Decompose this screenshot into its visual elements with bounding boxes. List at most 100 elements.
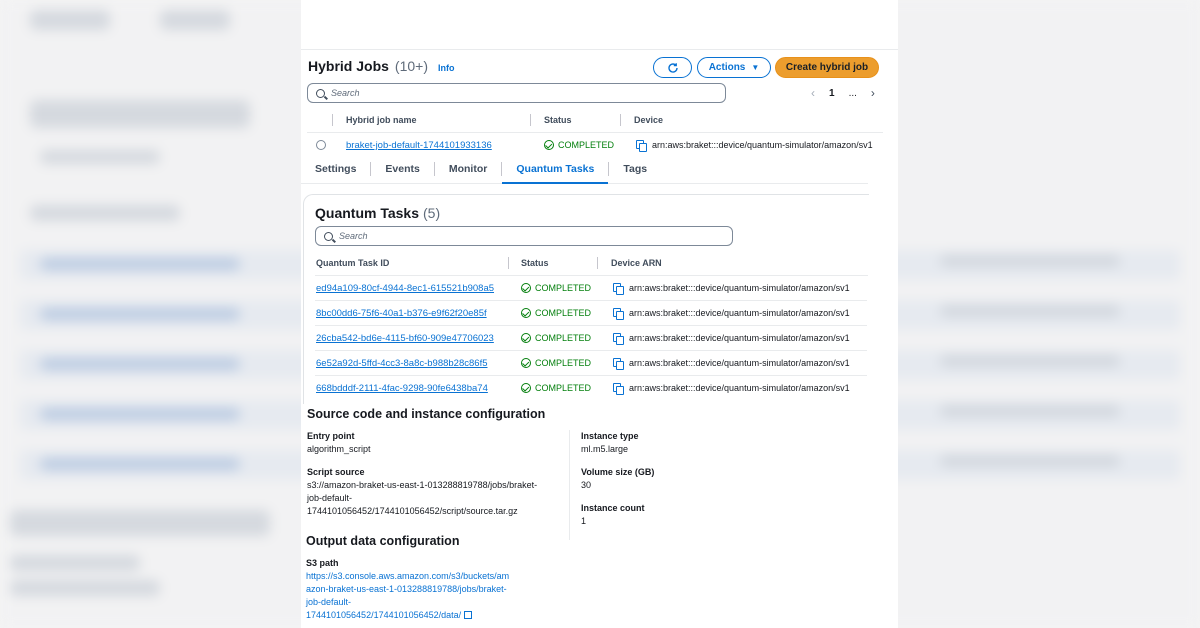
- page-number[interactable]: 1: [829, 88, 835, 99]
- task-status-label: COMPLETED: [535, 308, 592, 318]
- check-circle-icon: [521, 333, 531, 343]
- tab-tags[interactable]: Tags: [609, 155, 661, 183]
- task-device-arn: arn:aws:braket:::device/quantum-simulato…: [629, 333, 850, 343]
- task-device-arn: arn:aws:braket:::device/quantum-simulato…: [629, 358, 850, 368]
- task-status: COMPLETED: [521, 333, 591, 343]
- volume-size-value: 30: [581, 480, 592, 490]
- check-circle-icon: [521, 283, 531, 293]
- search-icon: [324, 231, 333, 241]
- copy-icon[interactable]: [613, 383, 624, 395]
- volume-size-label: Volume size (GB): [581, 467, 655, 477]
- entry-point-value: algorithm_script: [307, 444, 371, 454]
- task-device: arn:aws:braket:::device/quantum-simulato…: [613, 283, 850, 295]
- copy-icon[interactable]: [613, 358, 624, 370]
- task-status: COMPLETED: [521, 283, 591, 293]
- s3-path-line: job-default-: [306, 597, 352, 607]
- tab-settings[interactable]: Settings: [301, 155, 370, 183]
- hybrid-jobs-search-input[interactable]: Search: [307, 83, 726, 103]
- table-row: 6e52a92d-5ffd-4cc3-8a8c-b988b28c86f5 COMP…: [315, 351, 867, 376]
- task-device-arn: arn:aws:braket:::device/quantum-simulato…: [629, 308, 850, 318]
- tab-quantum-tasks[interactable]: Quantum Tasks: [502, 155, 609, 184]
- actions-button[interactable]: Actions ▼: [697, 57, 771, 78]
- s3-path-line: azon-braket-us-east-1-013288819788/jobs/…: [306, 584, 507, 594]
- table-row: ed94a109-80cf-4944-8ec1-615521b908a5 COMP…: [315, 276, 867, 301]
- top-strip: [301, 0, 898, 50]
- chevron-right-icon[interactable]: ›: [871, 86, 875, 100]
- column-header-task-id[interactable]: Quantum Task ID: [316, 258, 389, 268]
- copy-icon[interactable]: [636, 140, 647, 152]
- actions-label: Actions: [708, 62, 746, 73]
- chevron-left-icon[interactable]: ‹: [811, 86, 815, 100]
- script-source-line: s3://amazon-braket-us-east-1-01328881978…: [307, 480, 538, 490]
- s3-path-line: https://s3.console.aws.amazon.com/s3/buc…: [306, 571, 510, 581]
- instance-type-value: ml.m5.large: [581, 444, 629, 454]
- search-icon: [316, 88, 325, 98]
- check-circle-icon: [521, 358, 531, 368]
- braket-console-panel: Hybrid Jobs (10+) Info Actions ▼ Create …: [301, 0, 898, 628]
- task-device: arn:aws:braket:::device/quantum-simulato…: [613, 308, 850, 320]
- external-link-icon: [464, 611, 473, 619]
- job-device: arn:aws:braket:::device/quantum-simulato…: [636, 140, 873, 152]
- task-device: arn:aws:braket:::device/quantum-simulato…: [613, 333, 850, 345]
- instance-count-value: 1: [581, 516, 587, 526]
- task-device-arn: arn:aws:braket:::device/quantum-simulato…: [629, 283, 850, 293]
- hybrid-job-link[interactable]: braket-job-default-1744101933136: [346, 140, 492, 151]
- s3-path-label: S3 path: [306, 558, 339, 568]
- tab-events[interactable]: Events: [371, 155, 433, 183]
- job-status: COMPLETED: [544, 140, 614, 150]
- hybrid-jobs-count: (10+): [394, 58, 428, 74]
- refresh-icon: [667, 62, 678, 73]
- refresh-button[interactable]: [653, 57, 692, 78]
- job-select-radio[interactable]: [316, 140, 326, 150]
- quantum-tasks-title: Quantum Tasks: [315, 205, 419, 221]
- s3-path-link[interactable]: https://s3.console.aws.amazon.com/s3/buc…: [306, 570, 566, 622]
- quantum-tasks-search-input[interactable]: Search: [315, 226, 733, 246]
- tab-monitor[interactable]: Monitor: [435, 155, 502, 183]
- column-header-device[interactable]: Device: [634, 115, 663, 125]
- column-header-device-arn[interactable]: Device ARN: [611, 258, 662, 268]
- column-header-job-name[interactable]: Hybrid job name: [346, 115, 417, 125]
- caret-down-icon: ▼: [751, 63, 760, 72]
- job-status-label: COMPLETED: [558, 140, 615, 150]
- table-row: 668bdddf-2111-4fac-9298-90fe6438ba74 COMP…: [315, 376, 867, 401]
- instance-type-label: Instance type: [581, 431, 639, 441]
- job-device-arn: arn:aws:braket:::device/quantum-simulato…: [652, 140, 873, 150]
- script-source-value: s3://amazon-braket-us-east-1-01328881978…: [307, 479, 562, 518]
- quantum-tasks-header: Quantum Tasks (5): [315, 205, 440, 221]
- create-hybrid-job-button[interactable]: Create hybrid job: [775, 57, 879, 78]
- check-circle-icon: [521, 308, 531, 318]
- quantum-task-link[interactable]: ed94a109-80cf-4944-8ec1-615521b908a5: [316, 283, 494, 294]
- copy-icon[interactable]: [613, 308, 624, 320]
- task-status-label: COMPLETED: [535, 283, 592, 293]
- table-row: 26cba542-bd6e-4115-bf60-909e47706023 COMP…: [315, 326, 867, 351]
- table-row: 8bc00dd6-75f6-40a1-b376-e9f62f20e85f COMP…: [315, 301, 867, 326]
- column-header-status[interactable]: Status: [544, 115, 572, 125]
- instance-count-label: Instance count: [581, 503, 645, 513]
- source-config-title: Source code and instance configuration: [307, 407, 546, 421]
- page-ellipsis: ...: [848, 87, 857, 99]
- s3-path-line: 1744101056452/1744101056452/data/: [306, 610, 462, 620]
- copy-icon[interactable]: [613, 333, 624, 345]
- task-status: COMPLETED: [521, 383, 591, 393]
- task-device: arn:aws:braket:::device/quantum-simulato…: [613, 383, 850, 395]
- quantum-task-link[interactable]: 6e52a92d-5ffd-4cc3-8a8c-b988b28c86f5: [316, 358, 488, 369]
- quantum-task-link[interactable]: 668bdddf-2111-4fac-9298-90fe6438ba74: [316, 383, 488, 394]
- script-source-line: job-default-: [307, 493, 353, 503]
- script-source-line: 1744101056452/1744101056452/script/sourc…: [307, 506, 518, 516]
- column-header-task-status[interactable]: Status: [521, 258, 549, 268]
- hybrid-jobs-title: Hybrid Jobs: [308, 58, 389, 74]
- pagination: ‹ 1 ... ›: [811, 86, 875, 100]
- output-config-title: Output data configuration: [306, 534, 460, 548]
- task-device-arn: arn:aws:braket:::device/quantum-simulato…: [629, 383, 850, 393]
- task-status-label: COMPLETED: [535, 333, 592, 343]
- copy-icon[interactable]: [613, 283, 624, 295]
- task-status-label: COMPLETED: [535, 383, 592, 393]
- quantum-task-link[interactable]: 26cba542-bd6e-4115-bf60-909e47706023: [316, 333, 494, 344]
- task-status-label: COMPLETED: [535, 358, 592, 368]
- check-circle-icon: [521, 383, 531, 393]
- task-status: COMPLETED: [521, 308, 591, 318]
- create-hybrid-job-label: Create hybrid job: [785, 62, 869, 73]
- info-link[interactable]: Info: [438, 63, 455, 73]
- hybrid-jobs-header: Hybrid Jobs (10+) Info: [308, 58, 454, 74]
- quantum-task-link[interactable]: 8bc00dd6-75f6-40a1-b376-e9f62f20e85f: [316, 308, 487, 319]
